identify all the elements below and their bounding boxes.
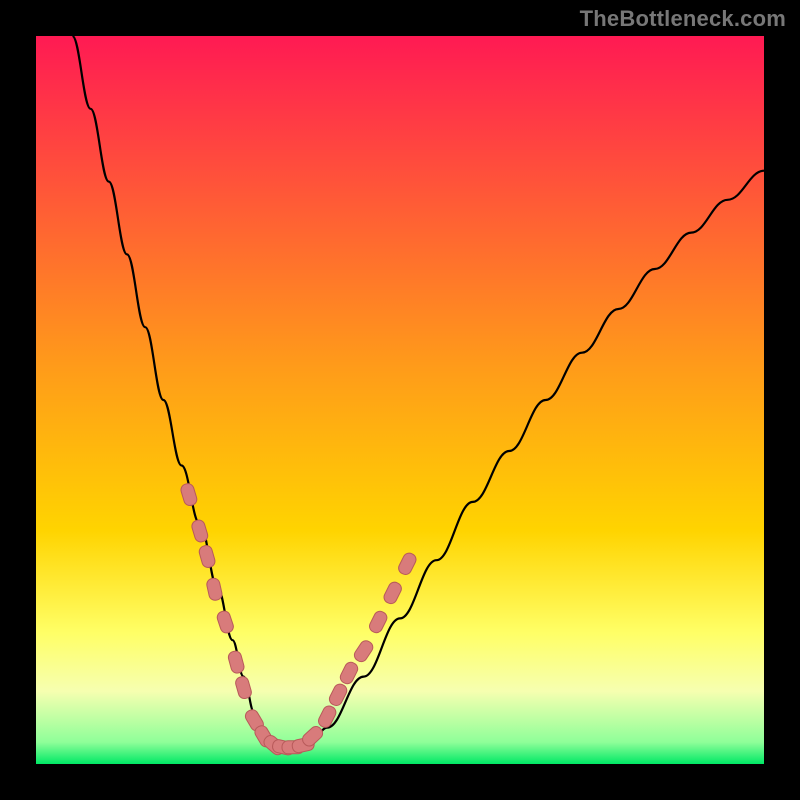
chart-frame: TheBottleneck.com (0, 0, 800, 800)
bottleneck-chart (36, 36, 764, 764)
watermark-text: TheBottleneck.com (580, 6, 786, 32)
gradient-background (36, 36, 764, 764)
plot-area (36, 36, 764, 764)
